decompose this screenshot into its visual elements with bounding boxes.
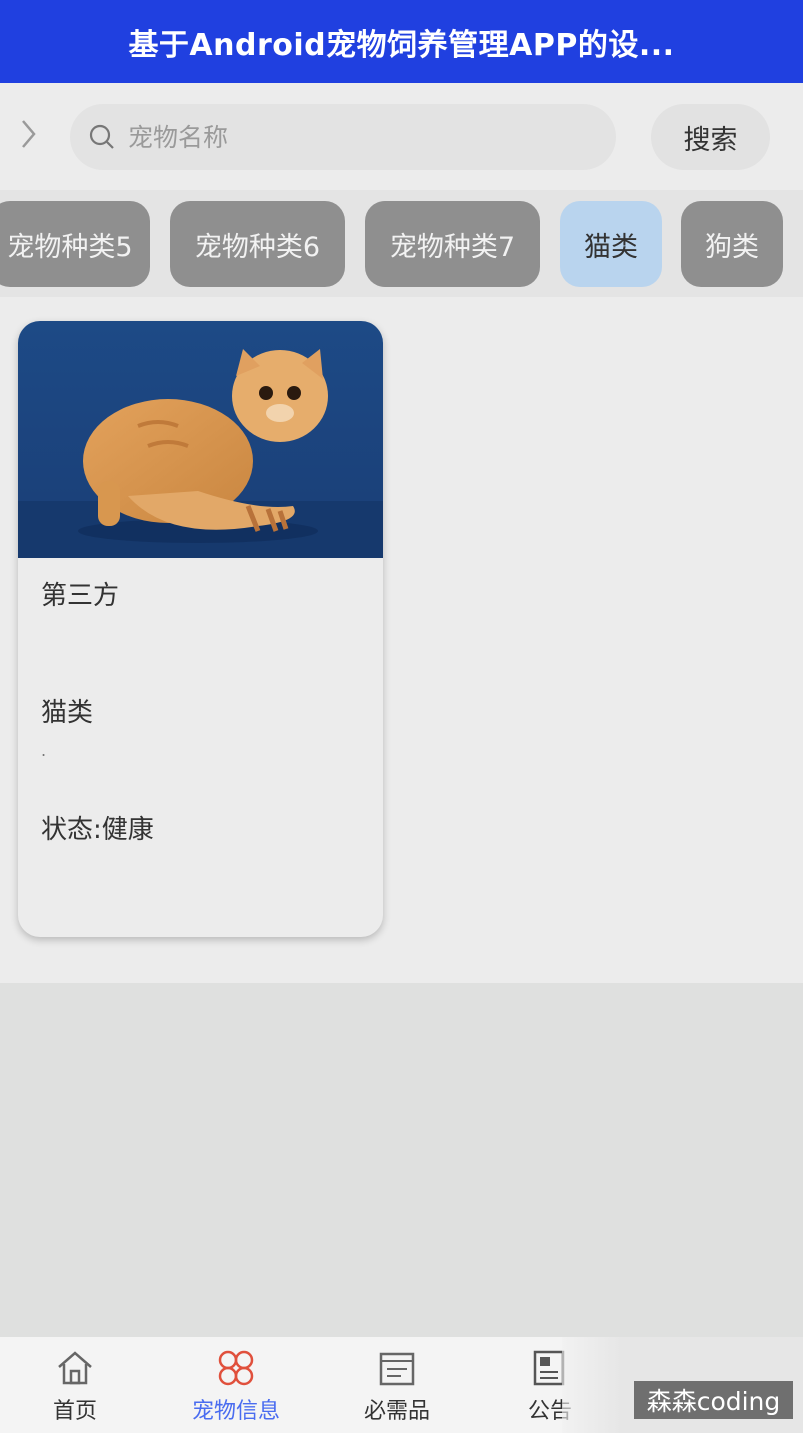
chevron-right-icon[interactable]	[14, 117, 42, 151]
search-box[interactable]	[70, 104, 616, 170]
search-button[interactable]: 搜索	[651, 104, 770, 170]
pet-info-icon	[218, 1350, 254, 1386]
search-icon	[89, 124, 114, 149]
pet-name: 第三方	[41, 581, 120, 611]
category-tab-pet-type-5[interactable]: 宠物种类5	[0, 201, 150, 287]
category-tab-dog[interactable]: 狗类	[681, 201, 783, 287]
pet-photo	[18, 321, 383, 558]
home-icon	[58, 1351, 92, 1385]
card-separator: .	[41, 741, 47, 760]
category-tab-pet-type-7[interactable]: 宠物种类7	[365, 201, 540, 287]
category-tabs: 宠物种类5 宠物种类6 宠物种类7 猫类 狗类	[0, 190, 803, 297]
supplies-icon	[379, 1352, 415, 1386]
nav-label-pet-info: 宠物信息	[191, 1399, 280, 1424]
page-title: 基于Android宠物饲养管理APP的设...	[128, 27, 675, 63]
nav-label-supplies: 必需品	[363, 1399, 430, 1424]
category-tab-cat[interactable]: 猫类	[560, 201, 662, 287]
pet-card[interactable]: 第三方 猫类 . 状态:健康	[18, 321, 383, 937]
pet-category: 猫类	[41, 698, 94, 728]
nav-item-pet-info[interactable]: 宠物信息	[156, 1337, 316, 1433]
search-input[interactable]	[126, 121, 590, 153]
app-header: 基于Android宠物饲养管理APP的设...	[0, 0, 803, 83]
nav-item-supplies[interactable]: 必需品	[317, 1337, 477, 1433]
main-content: 搜索 宠物种类5 宠物种类6 宠物种类7 猫类 狗类	[0, 83, 803, 983]
pet-status: 状态:健康	[41, 815, 154, 845]
watermark: 森森coding	[634, 1381, 793, 1419]
nav-label-home: 首页	[52, 1399, 97, 1424]
search-row: 搜索	[0, 83, 803, 190]
category-tab-pet-type-6[interactable]: 宠物种类6	[170, 201, 345, 287]
nav-item-home[interactable]: 首页	[0, 1337, 155, 1433]
